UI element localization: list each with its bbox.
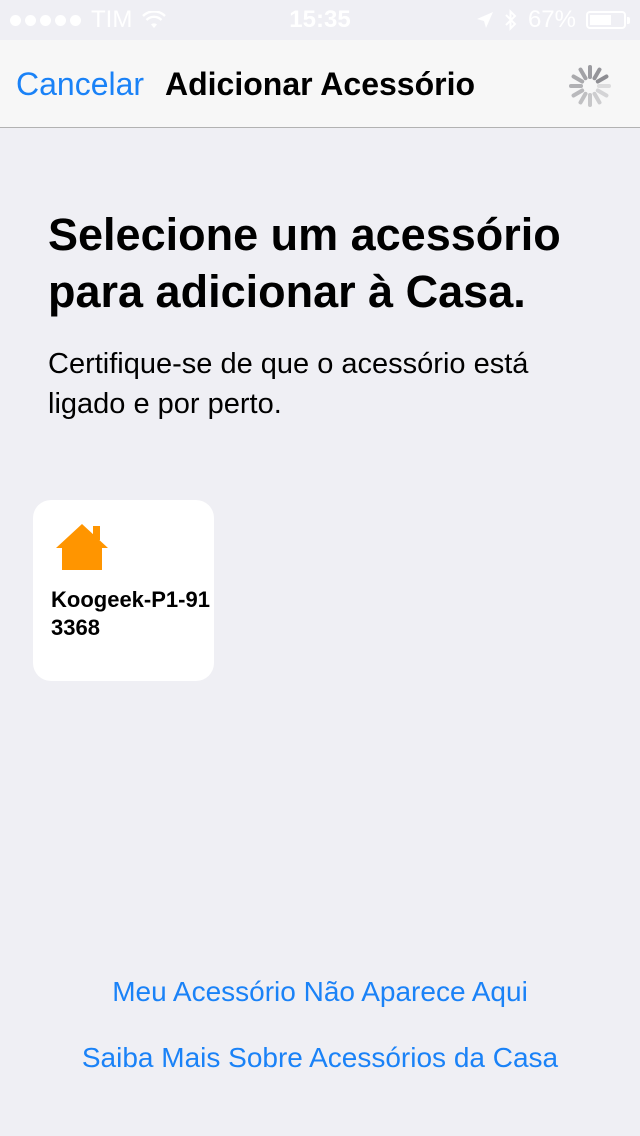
spinner-spoke [571,74,585,84]
learn-more-link[interactable]: Saiba Mais Sobre Acessórios da Casa [0,1042,640,1074]
spinner-spoke [595,88,609,98]
navigation-bar: Cancelar Adicionar Acessório [0,40,640,128]
activity-spinner-icon [569,65,611,107]
spinner-spoke [592,67,602,81]
status-bar: TIM 15:35 67% [0,0,640,40]
location-arrow-icon [476,12,493,28]
house-icon [56,524,108,570]
status-right: 67% [476,6,630,34]
accessory-not-listed-link[interactable]: Meu Acessório Não Aparece Aqui [0,976,640,1008]
page-title: Adicionar Acessório [165,66,476,102]
spinner-spoke [595,74,609,84]
spinner-spoke [571,88,585,98]
cancel-button[interactable]: Cancelar [16,66,144,103]
main-heading: Selecione um acessório para adicionar à … [48,209,561,317]
accessory-name: Koogeek-P1-913368 [51,587,210,640]
accessory-tile[interactable]: Koogeek-P1-913368 [33,500,214,681]
battery-icon [586,11,630,29]
bluetooth-icon [505,9,517,31]
main-subtext: Certifique-se de que o acessório está li… [48,348,529,420]
spinner-spoke [578,91,588,105]
battery-level [590,15,612,25]
spinner-spoke [578,67,588,81]
spinner-spoke [592,91,602,105]
battery-percent: 67% [527,6,576,33]
